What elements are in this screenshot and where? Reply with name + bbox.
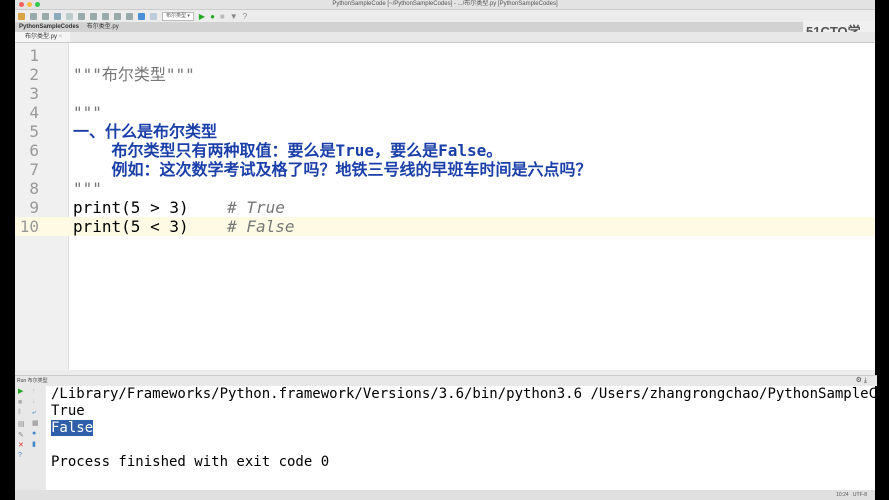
status-bar: 10:24 UTF-8 bbox=[15, 490, 875, 500]
line-number: 2 bbox=[29, 65, 39, 84]
ide-window: PythonSampleCode [~/PythonSampleCodes] -… bbox=[15, 0, 878, 500]
trash-icon[interactable]: ▮ bbox=[32, 441, 36, 449]
code-line: 2 """布尔类型""" bbox=[15, 65, 875, 84]
code-line: 5 一、什么是布尔类型 bbox=[15, 122, 875, 141]
redo-icon[interactable] bbox=[66, 12, 73, 20]
cut-icon[interactable] bbox=[78, 12, 85, 20]
code-line: 8 """ bbox=[15, 179, 875, 198]
code-comment: # False bbox=[227, 217, 295, 236]
close-button[interactable] bbox=[19, 2, 24, 7]
line-number: 7 bbox=[29, 160, 39, 179]
run-output[interactable]: /Library/Frameworks/Python.framework/Ver… bbox=[46, 386, 875, 490]
run-icon[interactable]: ▶ bbox=[199, 12, 205, 21]
tab-file[interactable]: 布尔类型.py × bbox=[15, 32, 71, 42]
line-number: 9 bbox=[29, 198, 39, 217]
code-text: print(5 > 3) # True bbox=[73, 198, 285, 217]
code-text: 布尔类型只有两种取值：要么是True，要么是False。 bbox=[73, 141, 503, 160]
breadcrumb-file[interactable]: 布尔类型.py bbox=[87, 24, 119, 30]
line-number: 1 bbox=[29, 46, 39, 65]
layout-icon[interactable]: ▤ bbox=[18, 421, 25, 429]
paste-icon[interactable] bbox=[102, 12, 109, 20]
replace-icon[interactable] bbox=[126, 12, 133, 20]
run-panel-header: Run 布尔类型 ⚙ ⤓ bbox=[15, 375, 877, 386]
output-line: /Library/Frameworks/Python.framework/Ver… bbox=[51, 386, 875, 402]
output-line: Process finished with exit code 0 bbox=[51, 454, 330, 470]
minimize-button[interactable] bbox=[27, 2, 32, 7]
find-icon[interactable] bbox=[114, 12, 121, 20]
encoding[interactable]: UTF-8 bbox=[853, 492, 867, 498]
copy-icon[interactable] bbox=[90, 12, 97, 20]
code-line: 3 bbox=[15, 84, 875, 103]
output-line: True bbox=[51, 403, 85, 419]
down-icon[interactable]: ↓ bbox=[32, 398, 36, 406]
run-toolbar: ▶ ■ ‖ ▤ ✎ ✕ ? ↑ ↓ ⤶ ▦ ● ▮ bbox=[15, 386, 45, 490]
run-config-select[interactable]: 布尔类型 ▾ bbox=[162, 11, 194, 21]
title-bar: PythonSampleCode [~/PythonSampleCodes] -… bbox=[15, 0, 875, 10]
code-line: 1 bbox=[15, 46, 875, 65]
window-title: PythonSampleCode [~/PythonSampleCodes] -… bbox=[332, 1, 558, 7]
undo-icon[interactable] bbox=[54, 12, 61, 20]
caret-position[interactable]: 10:24 bbox=[836, 492, 849, 498]
close-icon[interactable]: ✕ bbox=[18, 442, 24, 450]
back-icon[interactable] bbox=[138, 12, 145, 20]
pin-icon[interactable]: ✎ bbox=[18, 432, 24, 440]
print-icon[interactable]: ▦ bbox=[32, 420, 39, 428]
code-comment: # True bbox=[227, 198, 285, 217]
run-config-tab[interactable]: 布尔类型 bbox=[28, 378, 48, 384]
sdk-icon[interactable]: ▼ bbox=[230, 12, 238, 21]
help-icon[interactable]: ? bbox=[18, 452, 22, 460]
sync-icon[interactable] bbox=[42, 12, 49, 20]
up-icon[interactable]: ↑ bbox=[32, 388, 36, 396]
code-text: print(5 < 3) # False bbox=[73, 217, 295, 236]
rerun-icon[interactable]: ▶ bbox=[18, 388, 23, 396]
output-line: False bbox=[51, 420, 94, 436]
pause-icon[interactable]: ‖ bbox=[18, 409, 21, 417]
line-number: 3 bbox=[29, 84, 39, 103]
wrap-icon[interactable]: ⤶ bbox=[32, 409, 36, 417]
code-line: 9 print(5 > 3) # True bbox=[15, 198, 875, 217]
line-number: 8 bbox=[29, 179, 39, 198]
zoom-button[interactable] bbox=[35, 2, 40, 7]
code-line: 6 布尔类型只有两种取值：要么是True，要么是False。 bbox=[15, 141, 875, 160]
line-number: 4 bbox=[29, 103, 39, 122]
line-number: 6 bbox=[29, 141, 39, 160]
code-text: """布尔类型""" bbox=[73, 65, 195, 84]
code-line: 7 例如：这次数学考试及格了吗？地铁三号线的早班车时间是六点吗？ bbox=[15, 160, 875, 179]
gear-icon[interactable]: ⚙ ⤓ bbox=[856, 376, 867, 386]
code-text: """ bbox=[73, 179, 102, 198]
code-statement: print(5 > 3) bbox=[73, 198, 228, 217]
editor-tabs: 布尔类型.py × bbox=[15, 32, 875, 43]
code-text: 例如：这次数学考试及格了吗？地铁三号线的早班车时间是六点吗？ bbox=[73, 160, 592, 179]
line-number: 5 bbox=[29, 122, 39, 141]
code-statement: print(5 < 3) bbox=[73, 217, 228, 236]
code-text: 一、什么是布尔类型 bbox=[73, 122, 218, 141]
forward-icon[interactable] bbox=[150, 12, 157, 20]
code-editor[interactable]: 1 2 """布尔类型""" 3 4 """ 5 一、什么是布尔类型 6 布尔类型只有两种取值：… bbox=[15, 43, 875, 370]
help-icon[interactable]: ? bbox=[243, 12, 247, 21]
code-line: 10 print(5 < 3) # False bbox=[15, 217, 875, 236]
stop-icon[interactable]: ■ bbox=[18, 399, 22, 407]
close-tab-icon[interactable]: × bbox=[59, 34, 63, 40]
settings-icon[interactable]: ● bbox=[32, 430, 36, 438]
save-icon[interactable] bbox=[30, 12, 37, 20]
navigation-bar: PythonSampleCodes 布尔类型.py bbox=[15, 22, 875, 32]
debug-icon[interactable]: ● bbox=[210, 12, 215, 21]
code-text: """ bbox=[73, 103, 102, 122]
toolbar: 布尔类型 ▾ ▶ ● ■ ▼ ? bbox=[15, 10, 878, 22]
line-number: 10 bbox=[19, 217, 39, 236]
breadcrumb-project[interactable]: PythonSampleCodes bbox=[19, 24, 79, 30]
code-line: 4 """ bbox=[15, 103, 875, 122]
open-icon[interactable] bbox=[18, 12, 25, 20]
stop-icon[interactable]: ■ bbox=[220, 12, 225, 21]
